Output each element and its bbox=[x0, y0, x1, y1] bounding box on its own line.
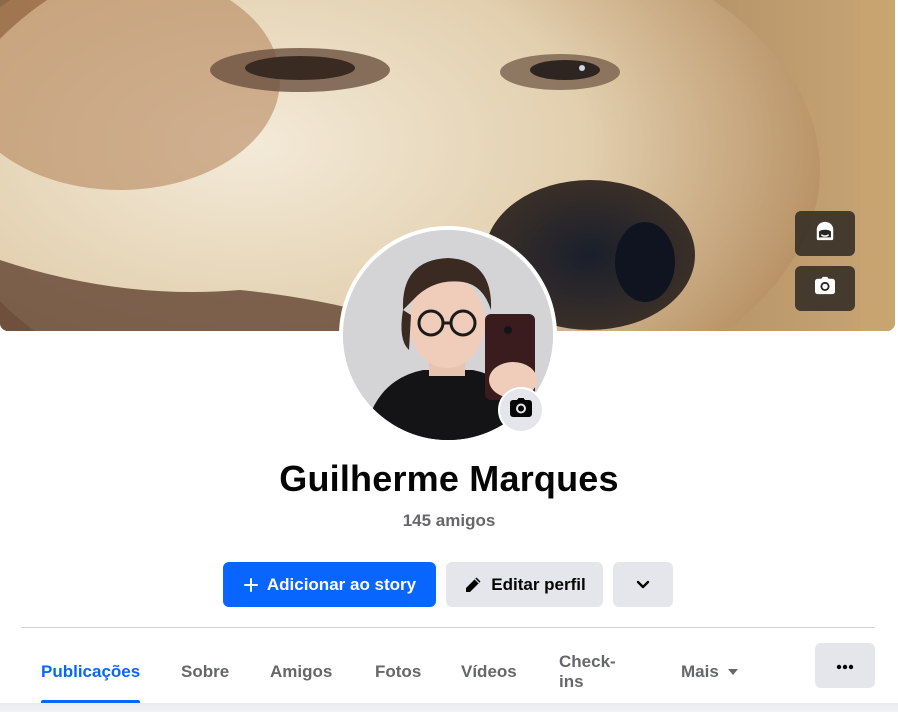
divider bbox=[21, 627, 875, 628]
pencil-icon bbox=[463, 575, 483, 595]
tab-mais[interactable]: Mais bbox=[681, 640, 739, 703]
tab-label: Check-ins bbox=[559, 651, 616, 691]
tab-sobre[interactable]: Sobre bbox=[181, 640, 229, 703]
tab-publicacoes[interactable]: Publicações bbox=[41, 640, 141, 703]
feed-background bbox=[0, 703, 898, 712]
tab-label: Mais bbox=[681, 661, 719, 681]
profile-name: Guilherme Marques bbox=[279, 458, 619, 499]
tab-label: Vídeos bbox=[461, 661, 517, 681]
tab-videos[interactable]: Vídeos bbox=[461, 640, 517, 703]
tab-check-ins[interactable]: Check-ins bbox=[559, 640, 616, 703]
add-story-button[interactable]: Adicionar ao story bbox=[223, 562, 436, 607]
camera-icon bbox=[509, 397, 533, 424]
friends-count[interactable]: 145 amigos bbox=[0, 511, 898, 531]
cover-avatar-button[interactable] bbox=[795, 211, 855, 256]
add-story-label: Adicionar ao story bbox=[266, 574, 417, 594]
tab-label: Publicações bbox=[41, 661, 141, 681]
tab-fotos[interactable]: Fotos bbox=[375, 640, 421, 703]
cover-camera-button[interactable] bbox=[795, 266, 855, 311]
edit-profile-label: Editar perfil bbox=[491, 574, 586, 594]
tab-label: Fotos bbox=[375, 661, 422, 681]
camera-icon bbox=[814, 276, 836, 301]
expand-button[interactable] bbox=[613, 562, 673, 607]
avatar-sticker-icon bbox=[814, 220, 836, 247]
chevron-down-icon bbox=[636, 575, 650, 595]
ellipsis-icon bbox=[836, 657, 854, 675]
caret-down-icon bbox=[727, 668, 739, 676]
edit-profile-button[interactable]: Editar perfil bbox=[446, 562, 603, 607]
profile-camera-button[interactable] bbox=[498, 387, 544, 433]
tab-label: Sobre bbox=[181, 661, 230, 681]
tab-amigos[interactable]: Amigos bbox=[270, 640, 332, 703]
tab-label: Amigos bbox=[270, 661, 333, 681]
plus-icon bbox=[243, 577, 259, 593]
tab-menu-button[interactable] bbox=[815, 643, 875, 688]
